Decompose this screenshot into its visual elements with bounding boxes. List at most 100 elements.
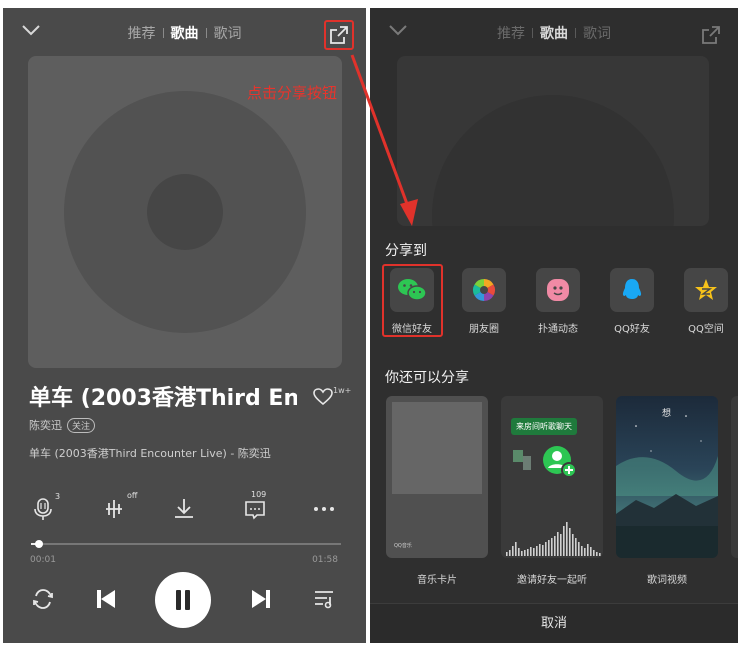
pause-icon xyxy=(176,590,190,610)
effect-badge: off xyxy=(127,491,138,500)
artist-name[interactable]: 陈奕迅 xyxy=(29,419,62,432)
tab-recommend[interactable]: 推荐 xyxy=(128,23,156,43)
share-app-label: 扑通动态 xyxy=(538,324,578,335)
waveform-bar xyxy=(590,547,592,556)
lyric-video-option[interactable]: 想 xyxy=(616,396,718,558)
waveform-bar xyxy=(533,548,535,556)
heart-icon[interactable] xyxy=(313,388,333,406)
tab-lyrics[interactable]: 歌词 xyxy=(214,23,242,43)
waveform-bar xyxy=(512,546,514,556)
waveform-bar xyxy=(560,534,562,556)
app-icon-tile xyxy=(462,268,506,312)
waveform-bar xyxy=(557,532,559,556)
share-moments[interactable]: 朋友圈 xyxy=(454,266,514,335)
invite-friend-listen-option[interactable]: 来房间听歌聊天 xyxy=(501,396,603,558)
more-button[interactable] xyxy=(306,494,342,524)
share-app-label: QQ好友 xyxy=(614,324,650,335)
waveform-bar xyxy=(572,534,574,556)
player-header-dimmed: 推荐 歌曲 歌词 xyxy=(370,8,738,56)
waveform-bar xyxy=(518,548,520,556)
waveform-bar xyxy=(530,547,532,556)
tab-lyrics[interactable]: 歌词 xyxy=(583,23,611,43)
waveform-bar xyxy=(527,549,529,556)
waveform-bar xyxy=(596,552,598,556)
waveform-bar xyxy=(575,538,577,556)
more-card-partial[interactable] xyxy=(731,396,738,558)
player-screen: 推荐歌曲歌词 点击分享按钮 单车 (2003香港Third Encounter … xyxy=(3,8,366,643)
time-current: 00:01 xyxy=(30,555,56,565)
playlist-button[interactable] xyxy=(311,585,339,613)
waveform-bar xyxy=(587,544,589,556)
qzone-icon xyxy=(695,279,717,300)
app-icon-tile xyxy=(684,268,728,312)
share-qq-friend[interactable]: QQ好友 xyxy=(602,266,662,335)
pause-button[interactable] xyxy=(155,572,211,628)
waveform-bar xyxy=(539,544,541,556)
action-row: 3 off 109 xyxy=(3,490,366,524)
download-button[interactable] xyxy=(166,494,202,524)
equalizer-icon xyxy=(106,500,122,518)
waveform-bar xyxy=(524,550,526,556)
waveform-bar xyxy=(536,546,538,556)
waveform-bar xyxy=(599,553,601,556)
waveform-bar xyxy=(566,522,568,556)
share-putong[interactable]: 扑通动态 xyxy=(528,266,588,335)
invite-bubble: 来房间听歌聊天 xyxy=(511,418,577,435)
progress-bar[interactable] xyxy=(31,540,341,548)
share-app-label: QQ空间 xyxy=(688,324,724,335)
player-tabs: 推荐 歌曲 歌词 xyxy=(3,23,366,43)
playback-controls xyxy=(3,571,366,628)
sing-button[interactable]: 3 xyxy=(25,492,61,524)
share-app-label: 朋友圈 xyxy=(469,324,499,335)
comment-icon xyxy=(245,501,265,520)
song-subtitle: 单车 (2003香港Third Encounter Live) - 陈奕迅 xyxy=(29,447,271,460)
annotation-tap-share: 点击分享按钮 xyxy=(247,84,338,102)
waveform-bar xyxy=(542,545,544,556)
add-friend-icon xyxy=(513,446,577,478)
share-button[interactable] xyxy=(324,20,354,50)
waveform-bar xyxy=(593,550,595,556)
follow-button[interactable]: 关注 xyxy=(67,418,96,433)
next-icon xyxy=(252,590,270,608)
more-icon xyxy=(314,507,334,511)
tab-recommend[interactable]: 推荐 xyxy=(497,23,525,43)
waveform-bar xyxy=(521,551,523,556)
cancel-button[interactable]: 取消 xyxy=(370,603,738,643)
sing-badge: 3 xyxy=(55,492,61,501)
waveform-bar xyxy=(584,548,586,556)
share-button[interactable] xyxy=(696,20,726,50)
putong-icon xyxy=(547,279,569,301)
waveform-bar xyxy=(563,526,565,556)
progress-handle[interactable] xyxy=(35,540,44,548)
previous-button[interactable] xyxy=(92,585,120,613)
card-label: 邀请好友一起听 xyxy=(517,575,587,586)
microphone-icon xyxy=(34,498,52,520)
card-label: 歌词视频 xyxy=(647,575,687,586)
share-screen: 推荐 歌曲 歌词 分享到 微信好友 朋友圈 扑通动态 QQ好友 QQ空间 你还可… xyxy=(370,8,738,643)
waveform-bar xyxy=(554,536,556,556)
share-card-row: QQ音乐 音乐卡片 来房间听歌聊天 邀请好友一起听 想 歌词视频 xyxy=(370,396,738,596)
comments-button[interactable]: 109 xyxy=(237,490,273,524)
vinyl-disc-icon xyxy=(432,95,674,226)
waveform-bar xyxy=(515,542,517,556)
waveform-bar xyxy=(509,550,511,556)
tab-song[interactable]: 歌曲 xyxy=(540,23,568,43)
share-icon xyxy=(330,26,348,44)
app-icon-tile xyxy=(536,268,580,312)
playlist-icon xyxy=(315,591,333,609)
screenshot: 推荐歌曲歌词 点击分享按钮 单车 (2003香港Third Encounter … xyxy=(0,0,743,645)
music-card-option[interactable]: QQ音乐 xyxy=(386,396,488,558)
next-button[interactable] xyxy=(247,585,275,613)
aurora-landscape-icon xyxy=(616,415,718,558)
top-crop xyxy=(0,0,743,8)
artist-line: 陈奕迅 关注 xyxy=(29,417,96,433)
download-icon xyxy=(175,499,193,518)
share-qzone[interactable]: QQ空间 xyxy=(676,266,736,335)
repeat-button[interactable] xyxy=(29,585,57,613)
moments-icon xyxy=(473,279,495,301)
sound-effect-button[interactable]: off xyxy=(99,491,138,524)
waveform-bar xyxy=(551,538,553,556)
time-total: 01:58 xyxy=(312,555,338,565)
tab-song[interactable]: 歌曲 xyxy=(171,23,199,43)
card-thumbnail xyxy=(392,402,482,494)
